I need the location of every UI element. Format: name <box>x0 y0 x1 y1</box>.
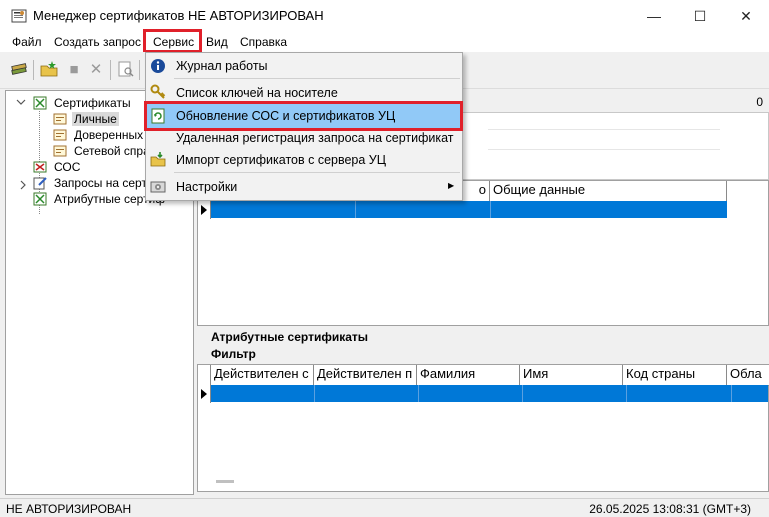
menu-item-import-certs[interactable]: Импорт сертификатов с сервера УЦ <box>146 149 462 171</box>
service-menu-dropdown: Журнал работы Список ключей на носителе … <box>144 52 463 201</box>
toolbar-separator <box>139 60 140 80</box>
divider <box>488 149 720 150</box>
tree-item-requests[interactable]: Запросы на серти <box>33 175 156 191</box>
import-folder-icon <box>150 152 166 167</box>
row-pointer-icon <box>201 389 207 399</box>
menu-create-request[interactable]: Создать запрос <box>54 35 141 49</box>
menu-bar: Файл Создать запрос Сервис Вид Справка <box>0 29 769 53</box>
tree-collapse-arrow[interactable] <box>18 179 28 193</box>
maximize-button[interactable]: ☐ <box>677 0 723 32</box>
item-count: 0 <box>756 95 763 109</box>
menu-item-label: Список ключей на носителе <box>176 86 338 100</box>
row-indicator-header <box>198 365 211 385</box>
close-icon: ✕ <box>740 7 752 24</box>
menu-separator <box>174 78 460 79</box>
column-header-country-code[interactable]: Код страны <box>623 365 727 385</box>
table-row[interactable] <box>211 201 727 218</box>
delete-icon[interactable]: ✕ <box>87 60 105 78</box>
certificate-icon <box>53 113 67 125</box>
attr-certificate-icon <box>33 192 47 206</box>
column-header-valid-from[interactable]: Действителен с <box>211 365 314 385</box>
minimize-button[interactable]: — <box>631 0 677 32</box>
attr-certs-section-header[interactable]: Атрибутные сертификаты <box>197 328 368 345</box>
tree-item-crl[interactable]: СОС <box>33 159 82 175</box>
tree-item-network[interactable]: Сетевой справ <box>53 143 158 159</box>
menu-file[interactable]: Файл <box>12 35 42 49</box>
status-auth: НЕ АВТОРИЗИРОВАН <box>6 502 132 516</box>
menu-help[interactable]: Справка <box>240 35 287 49</box>
status-datetime: 26.05.2025 13:08:31 (GMT+3) <box>589 502 751 516</box>
column-header-valid-to[interactable]: Действителен п <box>314 365 417 385</box>
filter-section-header[interactable]: Фильтр <box>197 345 256 362</box>
submenu-arrow-icon: ▶ <box>448 181 455 190</box>
title-bar: Менеджер сертификатов НЕ АВТОРИЗИРОВАН —… <box>0 0 769 32</box>
books-icon[interactable] <box>10 60 28 78</box>
column-header-general-data[interactable]: Общие данные <box>490 181 727 201</box>
menu-service[interactable]: Сервис <box>153 35 194 49</box>
crl-icon <box>33 161 47 173</box>
request-icon <box>33 177 47 190</box>
divider <box>488 129 720 130</box>
info-icon <box>151 59 165 73</box>
key-icon <box>150 84 166 99</box>
menu-item-work-log[interactable]: Журнал работы <box>146 55 462 77</box>
certificate-icon <box>53 129 67 141</box>
stop-icon[interactable]: ■ <box>65 60 83 78</box>
tree-expand-arrow[interactable] <box>16 96 26 110</box>
menu-item-label: Импорт сертификатов с сервера УЦ <box>176 153 386 167</box>
tree-item-certificates[interactable]: Сертификаты <box>33 95 133 111</box>
row-pointer-icon <box>201 205 207 215</box>
toolbar-separator <box>33 60 34 80</box>
minimize-icon: — <box>647 8 661 24</box>
horizontal-scrollbar-thumb[interactable] <box>216 480 234 483</box>
toolbar-separator <box>110 60 111 80</box>
row-indicator <box>198 385 211 403</box>
menu-item-label: Настройки <box>176 180 238 194</box>
certificate-icon <box>53 145 67 157</box>
filter-title: Фильтр <box>211 346 256 361</box>
column-header-surname[interactable]: Фамилия <box>417 365 520 385</box>
preview-icon[interactable] <box>117 60 135 78</box>
menu-item-remote-registration[interactable]: Удаленная регистрация запроса на сертифи… <box>146 127 462 149</box>
app-icon <box>11 9 27 23</box>
close-button[interactable]: ✕ <box>723 0 769 32</box>
menu-view[interactable]: Вид <box>206 35 228 49</box>
table-row[interactable] <box>211 385 768 402</box>
row-indicator <box>198 201 211 219</box>
attr-certs-title: Атрибутные сертификаты <box>211 329 369 344</box>
settings-icon <box>150 181 166 193</box>
new-folder-icon[interactable] <box>40 60 58 78</box>
status-bar: НЕ АВТОРИЗИРОВАН 26.05.2025 13:08:31 (GM… <box>0 498 769 517</box>
column-header-name[interactable]: Имя <box>520 365 623 385</box>
window-title: Менеджер сертификатов НЕ АВТОРИЗИРОВАН <box>33 8 324 23</box>
certificate-folder-icon <box>33 96 47 110</box>
tree-item-trusted[interactable]: Доверенных У <box>53 127 156 143</box>
column-header-region[interactable]: Обла <box>727 365 769 385</box>
chevron-down-icon <box>16 99 26 105</box>
menu-separator <box>174 172 460 173</box>
menu-item-label: Журнал работы <box>176 59 268 73</box>
attr-certs-grid: Действителен с Действителен п Фамилия Им… <box>197 364 769 492</box>
certificates-grid: о Общие данные <box>197 180 769 326</box>
maximize-icon: ☐ <box>693 7 707 24</box>
chevron-right-icon <box>20 180 26 190</box>
tree-item-personal[interactable]: Личные <box>53 111 119 127</box>
menu-item-label: Удаленная регистрация запроса на сертифи… <box>176 131 454 145</box>
menu-item-settings[interactable]: Настройки ▶ <box>146 176 462 198</box>
grid-header: Действителен с Действителен п Фамилия Им… <box>198 365 769 386</box>
